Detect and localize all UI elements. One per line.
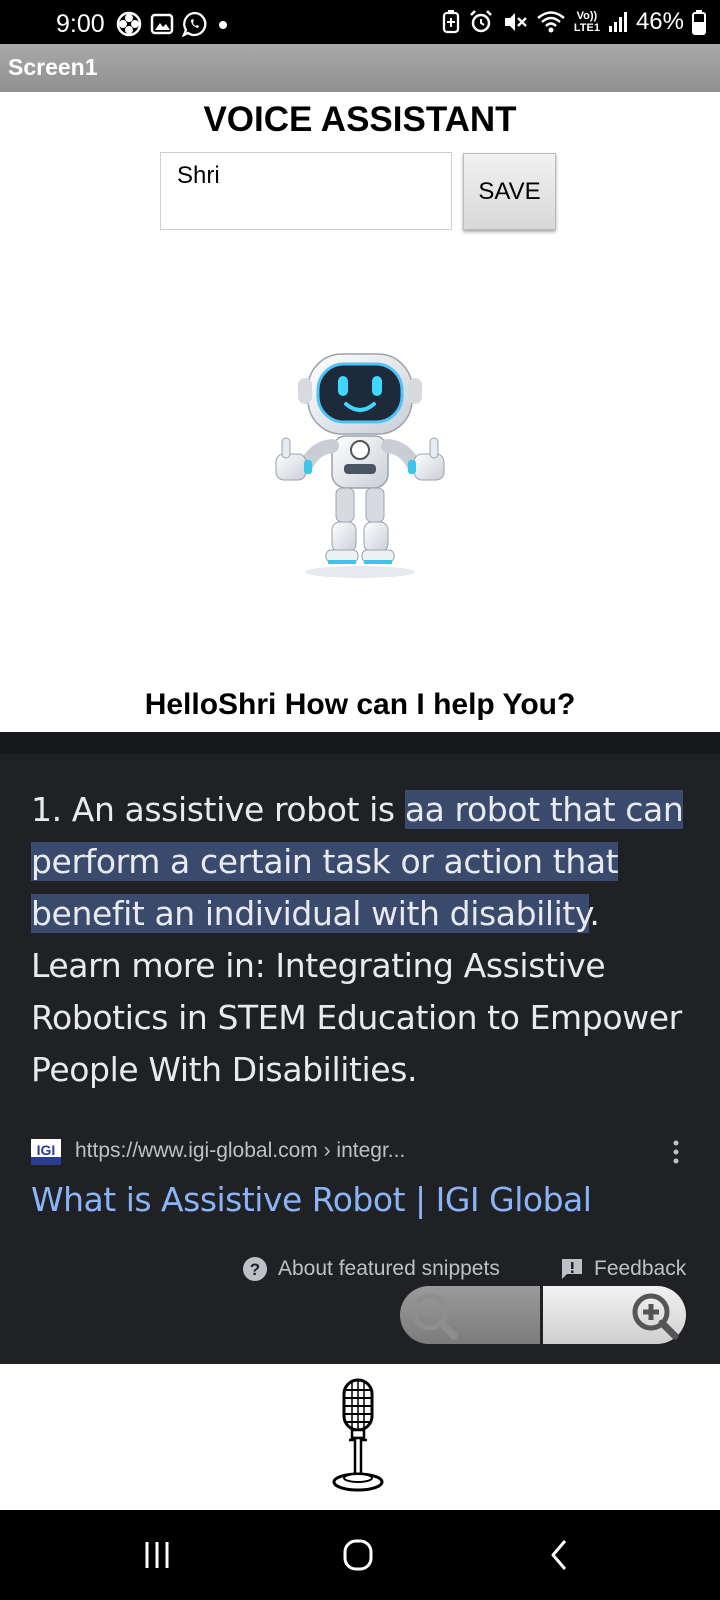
snippet-text: 1. An assistive robot is aa robot that c… (31, 784, 691, 1096)
zoom-out-icon (411, 1293, 458, 1340)
source-url[interactable]: https://www.igi-global.com › integr... (75, 1139, 405, 1163)
status-right-icons: Vo)) LTE1 46% (442, 8, 706, 36)
recent-apps-icon[interactable] (132, 1532, 182, 1578)
snippet-prefix: 1. An assistive robot is (31, 790, 405, 829)
panel-top-divider (0, 732, 720, 754)
wifi-icon (537, 11, 565, 33)
network-label-top: Vo)) (576, 10, 598, 22)
status-time: 9:00 (56, 10, 105, 38)
status-bar: 9:00 Vo)) LTE1 46% (0, 0, 720, 44)
home-icon[interactable] (333, 1532, 383, 1578)
back-icon[interactable] (536, 1532, 586, 1578)
zoom-in-button[interactable] (543, 1286, 686, 1344)
zoom-control (400, 1286, 686, 1344)
microphone-icon[interactable] (328, 1378, 388, 1494)
about-label: About featured snippets (278, 1257, 500, 1280)
battery-percent: 46% (635, 8, 684, 35)
zoom-in-icon (632, 1293, 679, 1340)
signal-icon (608, 12, 627, 32)
result-link[interactable]: What is Assistive Robot | IGI Global (31, 1180, 592, 1219)
pinwheel-icon (116, 11, 142, 37)
robot-image (275, 353, 445, 578)
mute-icon (504, 13, 527, 31)
feedback-link[interactable]: Feedback (560, 1254, 686, 1284)
featured-snippet-panel: 1. An assistive robot is aa robot that c… (0, 732, 720, 1364)
app-title-bar: Screen1 (0, 44, 720, 92)
battery-icon (692, 10, 706, 35)
feedback-icon (562, 1259, 582, 1279)
zoom-out-button[interactable] (400, 1286, 540, 1344)
gallery-icon (150, 13, 174, 35)
igi-logo-icon: IGI (31, 1139, 61, 1165)
whatsapp-icon (182, 11, 207, 37)
save-button[interactable]: SAVE (463, 153, 556, 230)
about-featured-snippets[interactable]: ? About featured snippets (242, 1254, 500, 1284)
page-title: VOICE ASSISTANT (203, 100, 517, 139)
help-icon: ? (243, 1257, 267, 1281)
name-input[interactable] (160, 152, 452, 230)
feedback-label: Feedback (594, 1257, 687, 1280)
igi-logo-text: IGI (37, 1142, 56, 1158)
screen-title: Screen1 (8, 54, 98, 80)
source-row[interactable]: IGI https://www.igi-global.com › integr.… (31, 1137, 691, 1167)
volte-lte-icon: Vo)) LTE1 (574, 10, 600, 34)
svg-text:?: ? (250, 1260, 260, 1279)
more-options-icon[interactable] (671, 1137, 681, 1167)
dot-icon (219, 21, 227, 29)
greeting-text: HelloShri How can I help You? (144, 688, 576, 721)
battery-saver-icon (442, 10, 460, 34)
status-left-icons (116, 11, 230, 37)
network-label-bottom: LTE1 (573, 22, 600, 34)
alarm-icon (469, 10, 492, 33)
navigation-bar (0, 1510, 720, 1600)
